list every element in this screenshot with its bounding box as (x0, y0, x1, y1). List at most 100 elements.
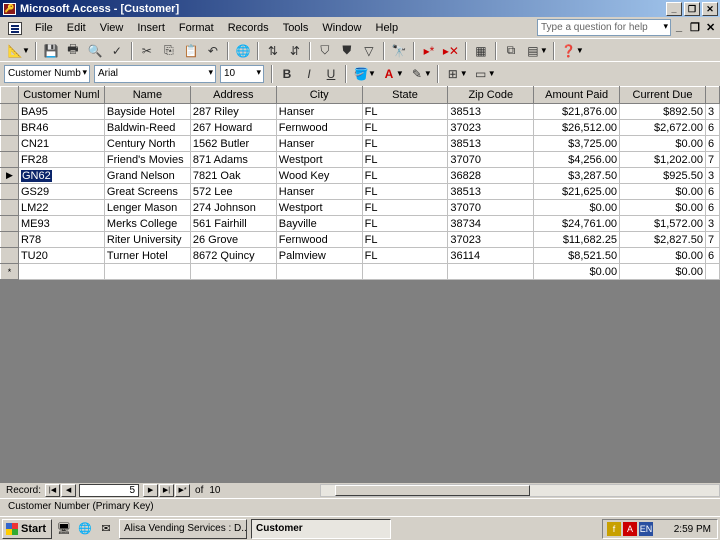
outlook-icon[interactable]: ✉ (97, 520, 115, 538)
chevron-down-icon[interactable]: ▼ (396, 69, 404, 78)
find-icon[interactable]: 🔭 (388, 40, 410, 61)
table-cell[interactable]: $0.00 (619, 135, 706, 152)
underline-button[interactable]: U (320, 63, 342, 84)
table-cell[interactable]: $3,725.00 (533, 135, 621, 152)
table-cell[interactable]: 26 Grove (190, 231, 277, 248)
select-all-corner[interactable] (0, 86, 19, 104)
menu-records[interactable]: Records (221, 22, 276, 34)
table-cell[interactable]: $21,876.00 (533, 103, 621, 120)
table-cell[interactable]: FL (362, 231, 449, 248)
table-cell[interactable]: 572 Lee (190, 183, 277, 200)
table-cell[interactable]: BA95 (18, 103, 105, 120)
table-cell[interactable]: GS29 (18, 183, 105, 200)
doc-close-button[interactable]: ✕ (706, 21, 715, 34)
previous-record-button[interactable]: ◀ (61, 483, 77, 497)
table-cell[interactable]: 7 (705, 231, 720, 248)
table-row[interactable]: TU20 Turner Hotel 8672 Quincy Palmview FL 361… (0, 247, 720, 264)
table-cell[interactable]: $0.00 (619, 247, 706, 264)
font-selector[interactable]: Arial (94, 64, 216, 83)
menu-insert[interactable]: Insert (130, 22, 172, 34)
column-header[interactable]: Amount Paid (533, 86, 621, 104)
table-cell[interactable] (447, 263, 535, 280)
table-cell[interactable]: Lenger Mason (104, 199, 191, 216)
table-cell[interactable]: FL (362, 167, 449, 184)
chevron-down-icon[interactable]: ▼ (368, 69, 376, 78)
table-row[interactable]: LM22 Lenger Mason 274 Johnson Westport FL 370… (0, 199, 720, 216)
table-cell[interactable]: Bayville (276, 215, 363, 232)
table-cell[interactable]: Baldwin-Reed (104, 119, 191, 136)
menu-view[interactable]: View (93, 22, 131, 34)
database-window-icon[interactable]: ⧉ (500, 40, 522, 61)
table-row[interactable]: BR46 Baldwin-Reed 267 Howard Fernwood FL 3702… (0, 119, 720, 136)
table-cell[interactable]: Turner Hotel (104, 247, 191, 264)
table-cell[interactable]: Riter University (104, 231, 191, 248)
record-selector[interactable] (0, 215, 19, 232)
table-cell[interactable]: Hanser (276, 135, 363, 152)
italic-button[interactable]: I (298, 63, 320, 84)
column-header[interactable]: Customer Numl (17, 86, 105, 104)
record-selector[interactable] (0, 135, 19, 152)
table-cell[interactable]: 3 (705, 167, 720, 184)
table-cell[interactable]: $4,256.00 (533, 151, 621, 168)
start-button[interactable]: Start (2, 518, 52, 539)
table-cell[interactable]: CN21 (18, 135, 105, 152)
table-cell[interactable]: Palmview (276, 247, 363, 264)
desktop-icon[interactable]: 🖥 (55, 520, 73, 538)
column-header[interactable]: Address (189, 86, 277, 104)
table-cell[interactable]: GN62 (18, 167, 105, 184)
bold-button[interactable]: B (276, 63, 298, 84)
undo-icon[interactable]: ↶ (202, 40, 224, 61)
table-cell[interactable]: 37023 (447, 231, 535, 248)
column-header[interactable] (704, 86, 720, 104)
table-cell[interactable]: $0.00 (619, 183, 706, 200)
table-cell[interactable]: 6 (705, 247, 720, 264)
table-cell[interactable]: 6 (705, 199, 720, 216)
table-cell[interactable]: FL (362, 247, 449, 264)
table-cell[interactable]: Hanser (276, 183, 363, 200)
copy-icon[interactable]: ⎘ (158, 40, 180, 61)
table-cell[interactable]: FL (362, 199, 449, 216)
table-cell[interactable]: FL (362, 215, 449, 232)
column-header[interactable]: City (275, 86, 363, 104)
table-cell[interactable]: $0.00 (533, 199, 621, 216)
menu-window[interactable]: Window (315, 22, 368, 34)
table-row[interactable]: R78 Riter University 26 Grove Fernwood FL 370… (0, 231, 720, 248)
table-cell[interactable]: 871 Adams (190, 151, 277, 168)
table-cell[interactable]: $0.00 (533, 263, 621, 280)
table-cell[interactable]: FL (362, 103, 449, 120)
table-row[interactable]: CN21 Century North 1562 Butler Hanser FL 3851… (0, 135, 720, 152)
column-header[interactable]: Current Due (619, 86, 706, 104)
table-cell[interactable]: 8672 Quincy (190, 247, 277, 264)
record-selector[interactable] (0, 183, 19, 200)
table-cell[interactable]: Century North (104, 135, 191, 152)
minimize-button[interactable]: _ (666, 1, 682, 16)
help-search-input[interactable]: Type a question for help (537, 19, 671, 36)
table-cell[interactable] (705, 263, 720, 280)
delete-record-icon[interactable]: ▸✕ (440, 40, 462, 61)
table-cell[interactable]: Merks College (104, 215, 191, 232)
menu-edit[interactable]: Edit (60, 22, 93, 34)
language-indicator[interactable]: EN (639, 522, 653, 536)
restore-button[interactable]: ❐ (684, 1, 700, 16)
table-cell[interactable]: Westport (276, 151, 363, 168)
field-selector[interactable]: Customer Numb (4, 64, 90, 83)
column-header[interactable]: Zip Code (447, 86, 535, 104)
menu-tools[interactable]: Tools (276, 22, 316, 34)
table-cell[interactable]: 38513 (447, 135, 535, 152)
column-header[interactable]: State (361, 86, 449, 104)
table-row[interactable]: BA95 Bayside Hotel 287 Riley Hanser FL 38513 $… (0, 103, 720, 120)
chevron-down-icon[interactable]: ▼ (540, 46, 548, 55)
table-cell[interactable]: 3 (705, 103, 720, 120)
record-selector[interactable]: ▶ (0, 167, 19, 184)
table-cell[interactable]: 36828 (447, 167, 535, 184)
sort-descending-icon[interactable]: ⇵ (284, 40, 306, 61)
table-cell[interactable]: Fernwood (276, 231, 363, 248)
table-cell[interactable]: 6 (705, 135, 720, 152)
table-row[interactable]: ▶ GN62 Grand Nelson 7821 Oak Wood Key FL 36828… (0, 167, 720, 184)
menu-help[interactable]: Help (369, 22, 406, 34)
hyperlink-icon[interactable]: 🌐 (232, 40, 254, 61)
chevron-down-icon[interactable]: ▼ (22, 46, 30, 55)
current-record-input[interactable]: 5 (79, 483, 140, 497)
table-row[interactable]: * $0.00 $0.00 (0, 263, 720, 280)
table-cell[interactable]: $2,827.50 (619, 231, 706, 248)
